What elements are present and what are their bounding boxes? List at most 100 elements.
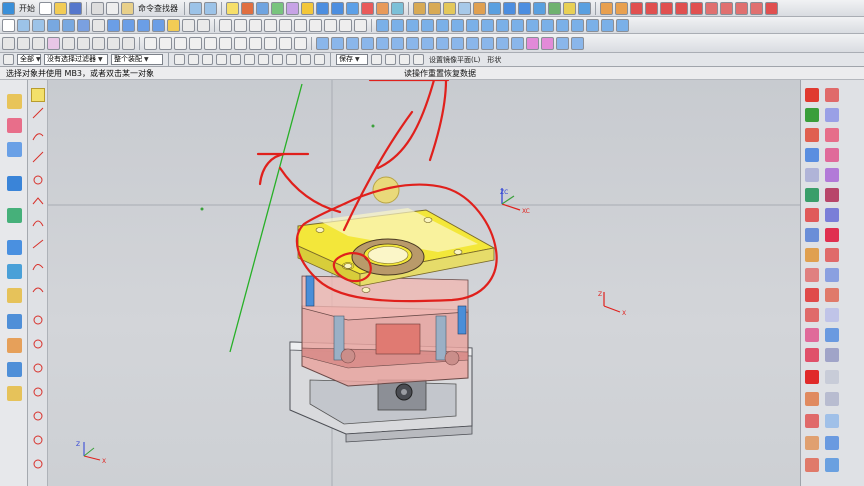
type-filter-dropdown[interactable]: 全部 ▼	[17, 54, 41, 65]
pocket-icon[interactable]	[805, 308, 819, 322]
n-sided-icon[interactable]	[346, 36, 359, 50]
surface-analysis-icon[interactable]	[526, 36, 539, 50]
scope-dropdown[interactable]: 整个装配 ▼	[111, 54, 163, 65]
close-icon[interactable]	[765, 1, 778, 15]
wcs-dynamic-icon[interactable]	[371, 54, 382, 65]
offset-surface-icon[interactable]	[421, 36, 434, 50]
curve-extend-tool-icon[interactable]	[33, 387, 43, 397]
deviation-icon[interactable]	[571, 36, 584, 50]
gate-library-icon[interactable]	[825, 248, 839, 262]
expression-icon[interactable]	[122, 36, 135, 50]
law-extension-icon[interactable]	[376, 36, 389, 50]
gate-icon[interactable]	[720, 1, 733, 15]
shaded-icon[interactable]	[77, 18, 90, 32]
undo-icon[interactable]	[189, 1, 202, 15]
fit-icon[interactable]	[17, 18, 30, 32]
mold-tool-icon[interactable]	[630, 1, 643, 15]
ejector-pin-icon[interactable]	[690, 1, 703, 15]
replace-face-icon[interactable]	[563, 1, 576, 15]
cone-icon[interactable]	[331, 1, 344, 15]
face-blend-icon[interactable]	[316, 36, 329, 50]
new-file-icon[interactable]	[39, 1, 52, 15]
ejector-pin-library-icon[interactable]	[805, 228, 819, 242]
synchronous-icon[interactable]	[511, 18, 524, 32]
trim-body-icon[interactable]	[473, 1, 486, 15]
runner-library-icon[interactable]	[805, 268, 819, 282]
runner-icon[interactable]	[735, 1, 748, 15]
mold-analysis-icon[interactable]	[825, 370, 839, 384]
paste-icon[interactable]	[121, 1, 134, 15]
graphics-window[interactable]: ZC XC Z X Z X	[48, 80, 800, 486]
sub-insert-icon[interactable]	[805, 248, 819, 262]
untrim-icon[interactable]	[451, 36, 464, 50]
assembly-navigator-icon[interactable]	[7, 94, 22, 109]
hole-table-icon[interactable]	[825, 328, 839, 342]
select-all-icon[interactable]	[174, 54, 185, 65]
point-snap-icon[interactable]	[188, 54, 199, 65]
midpoint-snap-icon[interactable]	[216, 54, 227, 65]
transform-icon[interactable]	[32, 36, 45, 50]
training-icon[interactable]	[7, 362, 22, 377]
part-family-icon[interactable]	[825, 88, 839, 102]
offset-curve-icon[interactable]	[309, 18, 322, 32]
workpiece-icon[interactable]	[805, 128, 819, 142]
extrude-icon[interactable]	[256, 1, 269, 15]
sketch-rectangle-icon[interactable]	[174, 36, 187, 50]
web-browser-icon[interactable]	[7, 240, 22, 255]
center-snap-icon[interactable]	[230, 54, 241, 65]
conic-tool-icon[interactable]	[32, 264, 44, 271]
spline-tool-icon[interactable]	[32, 287, 44, 293]
hole-icon[interactable]	[286, 1, 299, 15]
unite-icon[interactable]	[361, 1, 374, 15]
sketch-dimension-icon[interactable]	[264, 36, 277, 50]
helix-tool-icon[interactable]	[33, 363, 43, 373]
divide-face-icon[interactable]	[496, 36, 509, 50]
unused-parts-icon[interactable]	[825, 348, 839, 362]
existing-point-snap-icon[interactable]	[272, 54, 283, 65]
constraint-navigator-icon[interactable]	[7, 118, 22, 133]
front-view-icon[interactable]	[137, 18, 150, 32]
make-coplanar-icon[interactable]	[541, 18, 554, 32]
new-window-icon[interactable]	[2, 18, 15, 32]
split-body-icon[interactable]	[488, 1, 501, 15]
intersection-curve-icon[interactable]	[339, 18, 352, 32]
bridge-icon[interactable]	[331, 36, 344, 50]
sketch-circle-icon[interactable]	[189, 36, 202, 50]
sketch-fillet-icon[interactable]	[219, 36, 232, 50]
offset-tool-icon[interactable]	[32, 239, 44, 249]
make-symmetric-icon[interactable]	[586, 18, 599, 32]
bounded-plane-icon[interactable]	[406, 18, 419, 32]
join-face-icon[interactable]	[511, 36, 524, 50]
right-view-icon[interactable]	[152, 18, 165, 32]
analysis-icon[interactable]	[107, 36, 120, 50]
mirror-plane-menu[interactable]: 设置镜像平面(L)	[427, 55, 482, 65]
draft-analysis-icon[interactable]	[541, 36, 554, 50]
zoom-icon[interactable]	[32, 18, 45, 32]
extract-icon[interactable]	[436, 18, 449, 32]
parting-surface-icon[interactable]	[825, 188, 839, 202]
snap-point-icon[interactable]	[2, 36, 15, 50]
ai-viewer-icon[interactable]	[7, 386, 22, 401]
sew-icon[interactable]	[421, 18, 434, 32]
spline-icon[interactable]	[294, 18, 307, 32]
through-mesh-icon[interactable]	[406, 36, 419, 50]
shrinkage-icon[interactable]	[825, 108, 839, 122]
quadrant-snap-icon[interactable]	[258, 54, 269, 65]
make-perpendicular-icon[interactable]	[616, 18, 629, 32]
divide-tool-icon[interactable]	[33, 435, 43, 445]
slider-icon[interactable]	[705, 1, 718, 15]
view-manager-icon[interactable]	[805, 348, 819, 362]
sketch-mirror-icon[interactable]	[279, 36, 292, 50]
trimmed-sheet-icon[interactable]	[436, 36, 449, 50]
bill-of-materials-icon[interactable]	[825, 308, 839, 322]
patch-surface-icon[interactable]	[825, 168, 839, 182]
revolve-icon[interactable]	[271, 1, 284, 15]
arc-icon[interactable]	[234, 18, 247, 32]
pan-icon[interactable]	[62, 18, 75, 32]
check-geometry-icon[interactable]	[556, 36, 569, 50]
palette-icon[interactable]	[7, 338, 22, 353]
family-mold-icon[interactable]	[825, 148, 839, 162]
trim-tool-icon[interactable]	[33, 411, 43, 421]
swept-icon[interactable]	[391, 18, 404, 32]
measure-angle-icon[interactable]	[615, 1, 628, 15]
